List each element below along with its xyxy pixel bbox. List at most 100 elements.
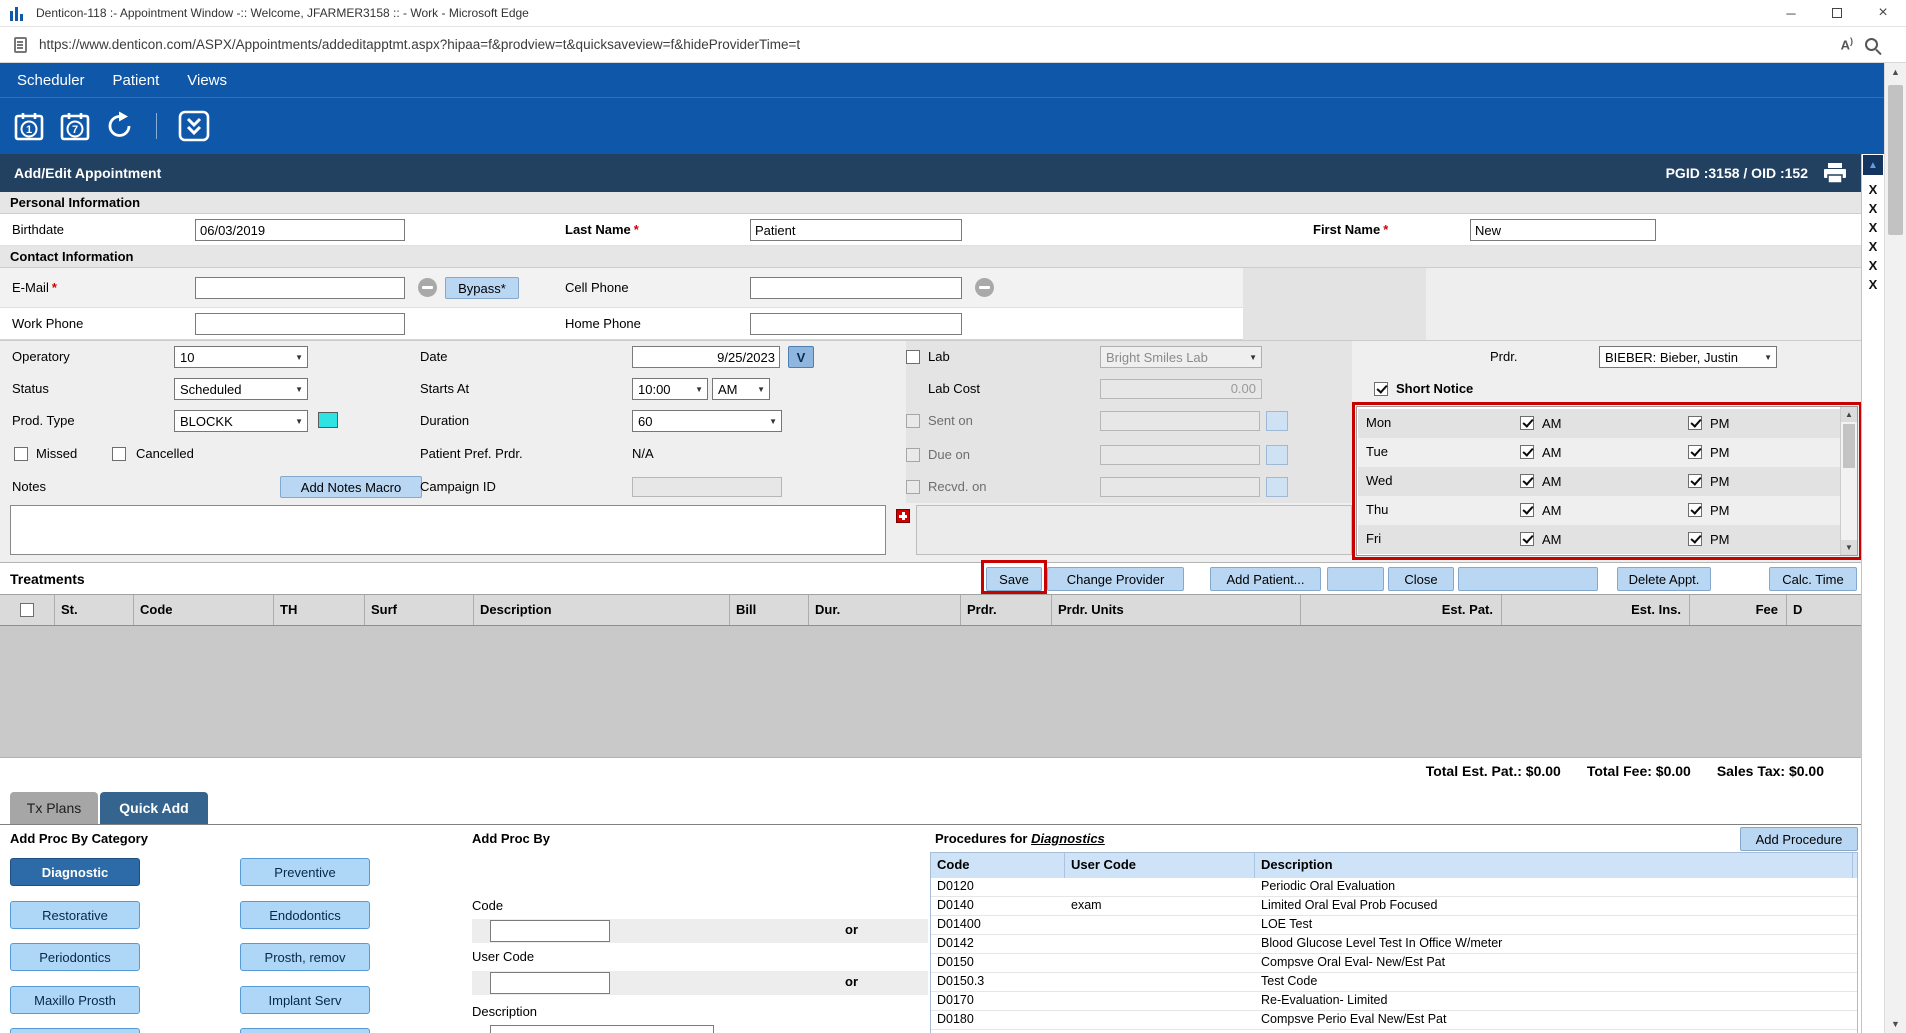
fri-am-checkbox[interactable]	[1520, 532, 1534, 546]
read-aloud-icon[interactable]: A)	[1841, 36, 1853, 52]
close-appointment-button[interactable]: Close	[1388, 567, 1454, 591]
operatory-select[interactable]: 10 ▼	[174, 346, 308, 368]
scroll-up-icon[interactable]: ▲	[1885, 67, 1906, 77]
first-name-input[interactable]	[1470, 219, 1656, 241]
start-time-select[interactable]: 10:00 ▼	[632, 378, 708, 400]
add-notes-macro-button[interactable]: Add Notes Macro	[280, 476, 422, 498]
close-window-icon[interactable]: X	[1862, 277, 1884, 292]
thu-pm-checkbox[interactable]	[1688, 503, 1702, 517]
calc-time-button[interactable]: Calc. Time	[1769, 567, 1857, 591]
tue-pm-checkbox[interactable]	[1688, 445, 1702, 459]
menu-scheduler[interactable]: Scheduler	[17, 72, 85, 89]
appointment-details-section: Operatory 10▼ Date V Lab Bright Smiles L…	[0, 340, 1861, 562]
procedure-row[interactable]: D0150 Compsve Oral Eval- New/Est Pat	[931, 954, 1857, 973]
menu-patient[interactable]: Patient	[113, 72, 160, 89]
category-prosth-remov[interactable]: Prosth, remov	[240, 943, 370, 971]
week-view-calendar-icon[interactable]: 7	[58, 109, 92, 143]
close-icon[interactable]: ×	[1860, 0, 1906, 26]
procedures-category-link[interactable]: Diagnostics	[1031, 831, 1105, 846]
mon-am-checkbox[interactable]	[1520, 416, 1534, 430]
scrollbar-thumb[interactable]	[1843, 424, 1855, 468]
duration-select[interactable]: 60 ▼	[632, 410, 782, 432]
provider-select[interactable]: BIEBER: Bieber, Justin ▼	[1599, 346, 1777, 368]
close-window-icon[interactable]: X	[1862, 201, 1884, 216]
category-partial-2[interactable]	[240, 1028, 370, 1033]
close-window-icon[interactable]: X	[1862, 239, 1884, 254]
date-picker-button[interactable]: V	[788, 346, 814, 368]
procedure-row[interactable]: D0150.3 Test Code	[931, 973, 1857, 992]
bypass-button[interactable]: Bypass*	[445, 277, 519, 299]
category-preventive[interactable]: Preventive	[240, 858, 370, 886]
short-notice-checkbox[interactable]	[1374, 382, 1388, 396]
tab-quick-add[interactable]: Quick Add	[100, 792, 208, 824]
date-input[interactable]	[632, 346, 780, 368]
column-user-code: User Code	[1065, 853, 1255, 878]
category-endodontics[interactable]: Endodontics	[240, 901, 370, 929]
menu-views[interactable]: Views	[187, 72, 227, 89]
close-window-icon[interactable]: X	[1862, 182, 1884, 197]
procedure-row[interactable]: D0120 Periodic Oral Evaluation	[931, 878, 1857, 897]
panel-top-triangle-icon[interactable]: ▲	[1863, 155, 1883, 175]
column-description: Description	[474, 595, 730, 625]
lab-checkbox[interactable]	[906, 350, 920, 364]
birthdate-input[interactable]	[195, 219, 405, 241]
category-implant-serv[interactable]: Implant Serv	[240, 986, 370, 1014]
scroll-up-icon[interactable]: ▲	[1841, 407, 1857, 422]
category-restorative[interactable]: Restorative	[10, 901, 140, 929]
procedure-row[interactable]: D0170 Re-Evaluation- Limited	[931, 992, 1857, 1011]
missed-checkbox[interactable]	[14, 447, 28, 461]
scrollbar-thumb[interactable]	[1888, 85, 1903, 235]
scroll-down-icon[interactable]: ▼	[1885, 1019, 1906, 1029]
change-provider-button[interactable]: Change Provider	[1047, 567, 1184, 591]
url-input[interactable]: https://www.denticon.com/ASPX/Appointmen…	[39, 37, 1829, 52]
category-periodontics[interactable]: Periodontics	[10, 943, 140, 971]
home-phone-input[interactable]	[750, 313, 962, 335]
category-maxillo-prosth[interactable]: Maxillo Prosth	[10, 986, 140, 1014]
scroll-down-icon[interactable]: ▼	[1841, 540, 1857, 555]
close-window-icon[interactable]: X	[1862, 220, 1884, 235]
procedure-row[interactable]: D0142 Blood Glucose Level Test In Office…	[931, 935, 1857, 954]
wed-am-checkbox[interactable]	[1520, 474, 1534, 488]
day-view-calendar-icon[interactable]: 1	[12, 109, 46, 143]
refresh-icon[interactable]	[104, 110, 136, 142]
cell-phone-input[interactable]	[750, 277, 962, 299]
blank-button-2[interactable]	[1458, 567, 1598, 591]
day-grid-scrollbar[interactable]: ▲ ▼	[1840, 407, 1857, 555]
add-procedure-button[interactable]: Add Procedure	[1740, 827, 1858, 851]
status-select[interactable]: Scheduled ▼	[174, 378, 308, 400]
category-diagnostic[interactable]: Diagnostic	[10, 858, 140, 886]
code-input[interactable]	[490, 920, 610, 942]
select-all-checkbox[interactable]	[20, 603, 34, 617]
cancelled-checkbox[interactable]	[112, 447, 126, 461]
last-name-input[interactable]	[750, 219, 962, 241]
tab-tx-plans[interactable]: Tx Plans	[10, 792, 98, 824]
user-code-input[interactable]	[490, 972, 610, 994]
medical-alert-icon[interactable]	[896, 509, 910, 523]
procedure-row[interactable]: D0140 exam Limited Oral Eval Prob Focuse…	[931, 897, 1857, 916]
add-patient-button[interactable]: Add Patient...	[1210, 567, 1321, 591]
zoom-icon[interactable]	[1865, 38, 1878, 51]
blank-button-1[interactable]	[1327, 567, 1384, 591]
description-input[interactable]	[490, 1025, 714, 1033]
email-input[interactable]	[195, 277, 405, 299]
save-button[interactable]: Save	[986, 567, 1042, 591]
procedure-row[interactable]: D01400 LOE Test	[931, 916, 1857, 935]
print-icon[interactable]	[1822, 162, 1848, 184]
close-window-icon[interactable]: X	[1862, 258, 1884, 273]
delete-appt-button[interactable]: Delete Appt.	[1617, 567, 1711, 591]
lab-label: Lab	[928, 349, 950, 364]
tue-am-checkbox[interactable]	[1520, 445, 1534, 459]
start-ampm-select[interactable]: AM ▼	[712, 378, 770, 400]
expand-all-icon[interactable]	[177, 109, 211, 143]
thu-am-checkbox[interactable]	[1520, 503, 1534, 517]
category-partial-1[interactable]	[10, 1028, 140, 1033]
mon-pm-checkbox[interactable]	[1688, 416, 1702, 430]
notes-textarea[interactable]	[10, 505, 886, 555]
fri-pm-checkbox[interactable]	[1688, 532, 1702, 546]
minimize-icon[interactable]: ─	[1768, 0, 1814, 26]
prod-type-select[interactable]: BLOCKK ▼	[174, 410, 308, 432]
work-phone-input[interactable]	[195, 313, 405, 335]
wed-pm-checkbox[interactable]	[1688, 474, 1702, 488]
maximize-icon[interactable]	[1814, 0, 1860, 26]
procedure-row[interactable]: D0180 Compsve Perio Eval New/Est Pat	[931, 1011, 1857, 1030]
